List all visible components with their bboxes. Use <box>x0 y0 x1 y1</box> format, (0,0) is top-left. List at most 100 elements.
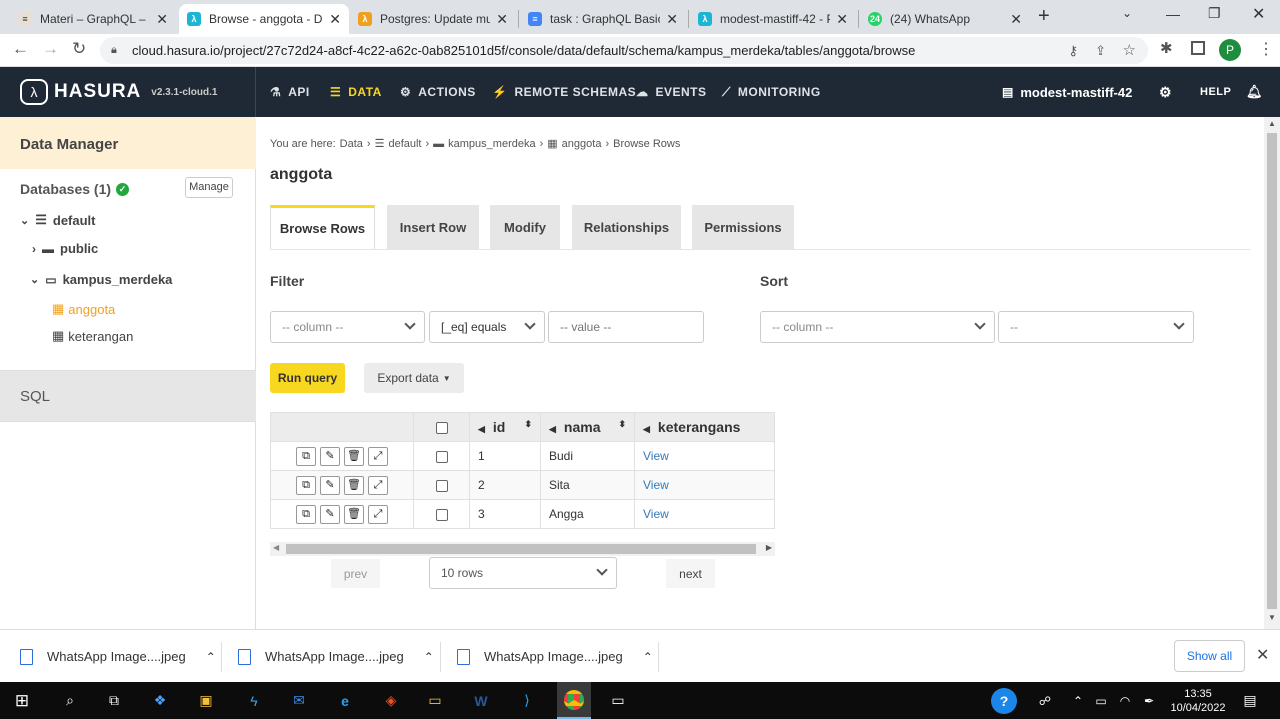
back-icon[interactable]: ← <box>12 39 29 59</box>
battery-icon[interactable]: ▭ <box>1092 682 1110 719</box>
row-checkbox[interactable] <box>435 508 448 521</box>
row-checkbox[interactable] <box>435 450 448 463</box>
extensions-icon[interactable]: ✱ <box>1160 39 1173 57</box>
chevron-up-icon[interactable]: ⌃ <box>424 650 434 664</box>
close-icon[interactable]: ✕ <box>329 11 341 28</box>
nav-actions[interactable]: ⚙ ACTIONS <box>400 67 476 117</box>
minimize-icon[interactable]: — <box>1166 6 1180 22</box>
sidepanel-icon[interactable] <box>1191 41 1205 55</box>
people-icon[interactable]: ☍ <box>1034 682 1056 719</box>
url-input[interactable]: 🔒︎ cloud.hasura.io/project/27c72d24-a8cf… <box>100 37 1148 64</box>
close-icon[interactable]: ✕ <box>496 11 508 28</box>
task-view-icon[interactable]: ⧉ <box>100 682 128 719</box>
tab-insert-row[interactable]: Insert Row <box>387 205 479 249</box>
browser-tab-4[interactable]: λ modest-mastiff-42 - P ✕ <box>690 4 856 34</box>
breadcrumb-db[interactable]: default <box>388 138 421 150</box>
nav-api[interactable]: ⚗ API <box>270 67 310 117</box>
reload-icon[interactable]: ↻ <box>72 39 86 59</box>
scroll-up-icon[interactable]: ▲ <box>1268 119 1276 128</box>
tab-modify[interactable]: Modify <box>490 205 560 249</box>
edit-icon[interactable]: ✎ <box>320 475 340 495</box>
column-header-id[interactable]: ◀ id ⬍ <box>469 412 541 442</box>
filter-operator-select[interactable]: [_eq] equals <box>429 311 545 343</box>
sort-order-select[interactable]: -- <box>998 311 1194 343</box>
profile-avatar[interactable]: P <box>1219 39 1241 61</box>
cell-view-link[interactable]: View <box>634 470 775 500</box>
nav-events[interactable]: ☁ EVENTS <box>636 67 707 117</box>
tab-relationships[interactable]: Relationships <box>572 205 681 249</box>
nav-remote-schemas[interactable]: ⚡ REMOTE SCHEMAS <box>492 67 636 117</box>
edit-icon[interactable]: ✎ <box>320 504 340 524</box>
share-icon[interactable]: ⇪ <box>1095 37 1106 64</box>
page-scrollbar[interactable]: ▲ ▼ <box>1264 117 1280 629</box>
help-tray-icon[interactable]: ? <box>991 688 1017 714</box>
word-icon[interactable]: W <box>467 682 495 719</box>
store-icon[interactable]: ▣ <box>192 682 220 719</box>
download-item[interactable]: WhatsApp Image....jpeg ⌃ <box>238 630 434 683</box>
scroll-down-icon[interactable]: ▼ <box>1268 613 1276 622</box>
next-button[interactable]: next <box>666 559 715 588</box>
trash-icon[interactable]: 🗑︎ <box>344 475 364 495</box>
row-checkbox[interactable] <box>435 479 448 492</box>
filter-value-input[interactable] <box>548 311 704 343</box>
sort-icon[interactable]: ⬍ <box>618 419 626 430</box>
download-item[interactable]: WhatsApp Image....jpeg ⌃ <box>457 630 653 683</box>
project-name[interactable]: ▤ modest-mastiff-42 <box>1002 67 1132 117</box>
browser-tab-3[interactable]: ≡ task : GraphQL Basic - ✕ <box>520 4 686 34</box>
search-icon[interactable]: ⌕ <box>56 682 84 719</box>
prev-button[interactable]: prev <box>331 559 380 588</box>
terminal-icon[interactable]: ▭ <box>604 682 632 719</box>
data-manager-title[interactable]: Data Manager <box>0 117 256 169</box>
expand-icon[interactable]: ⤢ <box>368 475 388 495</box>
trash-icon[interactable]: 🗑︎ <box>344 446 364 466</box>
sort-icon[interactable]: ⬍ <box>524 419 532 430</box>
tree-schema-kampus-merdeka[interactable]: ⌄ ▭ kampus_merdeka <box>30 272 172 287</box>
forward-icon[interactable]: → <box>42 39 59 59</box>
new-tab-button[interactable]: + <box>1038 5 1050 28</box>
column-header-nama[interactable]: ◀ nama ⬍ <box>540 412 635 442</box>
download-item[interactable]: WhatsApp Image....jpeg ⌃ <box>20 630 216 683</box>
chevron-up-icon[interactable]: ⌃ <box>643 650 653 664</box>
trash-icon[interactable]: 🗑︎ <box>344 504 364 524</box>
clone-icon[interactable]: ⧉ <box>296 504 316 524</box>
close-icon[interactable]: ✕ <box>836 11 848 28</box>
breadcrumb-table[interactable]: anggota <box>562 138 602 150</box>
dropbox-icon[interactable]: ❖ <box>146 682 174 719</box>
nav-data[interactable]: ☰ DATA <box>330 67 382 117</box>
browser-tab-0[interactable]: ≡ Materi – GraphQL – Ba ✕ <box>10 4 176 34</box>
clone-icon[interactable]: ⧉ <box>296 475 316 495</box>
chrome-icon[interactable] <box>557 682 591 719</box>
sort-column-select[interactable]: -- column -- <box>760 311 995 343</box>
browser-tab-5[interactable]: 24 (24) WhatsApp ✕ <box>860 4 1030 34</box>
bell-icon[interactable]: 🔔︎ <box>1246 67 1263 117</box>
windows-start-icon[interactable]: ⊞ <box>8 682 36 719</box>
scroll-right-icon[interactable]: ▶ <box>766 543 772 552</box>
tab-browse-rows[interactable]: Browse Rows <box>270 205 375 249</box>
close-downloads-icon[interactable]: ✕ <box>1256 645 1269 665</box>
help-link[interactable]: HELP <box>1200 67 1231 117</box>
breadcrumb-schema[interactable]: kampus_merdeka <box>448 138 535 150</box>
file-explorer-icon[interactable]: ▭ <box>421 682 449 719</box>
tree-db-default[interactable]: ⌄ ☰ default <box>20 212 96 228</box>
breadcrumb-data[interactable]: Data <box>340 138 363 150</box>
chevron-up-icon[interactable]: ⌃ <box>206 650 216 664</box>
tree-schema-public[interactable]: › ▬ public <box>32 241 98 256</box>
close-window-icon[interactable]: ✕ <box>1252 4 1265 24</box>
settings-gear-icon[interactable]: ⚙ <box>1159 67 1172 117</box>
bolt-app-icon[interactable]: ϟ <box>240 682 268 719</box>
cell-view-link[interactable]: View <box>634 499 775 529</box>
rows-per-page-select[interactable]: 10 rows <box>429 557 617 589</box>
page-scrollbar-thumb[interactable] <box>1267 133 1277 609</box>
restore-icon[interactable]: ❐ <box>1208 5 1221 22</box>
bookmark-star-icon[interactable]: ☆ <box>1123 37 1136 64</box>
wifi-icon[interactable]: ◠ <box>1116 682 1134 719</box>
figma-icon[interactable]: ◈ <box>377 682 405 719</box>
tray-expand-icon[interactable]: ⌃ <box>1070 682 1086 719</box>
tab-search-icon[interactable]: ⌄ <box>1122 6 1132 20</box>
clock[interactable]: 13:35 10/04/2022 <box>1166 682 1230 719</box>
expand-icon[interactable]: ⤢ <box>368 504 388 524</box>
browser-tab-1[interactable]: λ Browse - anggota - D ✕ <box>179 4 349 34</box>
scrollbar-thumb[interactable] <box>286 544 756 554</box>
tree-table-keterangan[interactable]: ▦ keterangan <box>52 328 133 344</box>
tab-permissions[interactable]: Permissions <box>692 205 794 249</box>
